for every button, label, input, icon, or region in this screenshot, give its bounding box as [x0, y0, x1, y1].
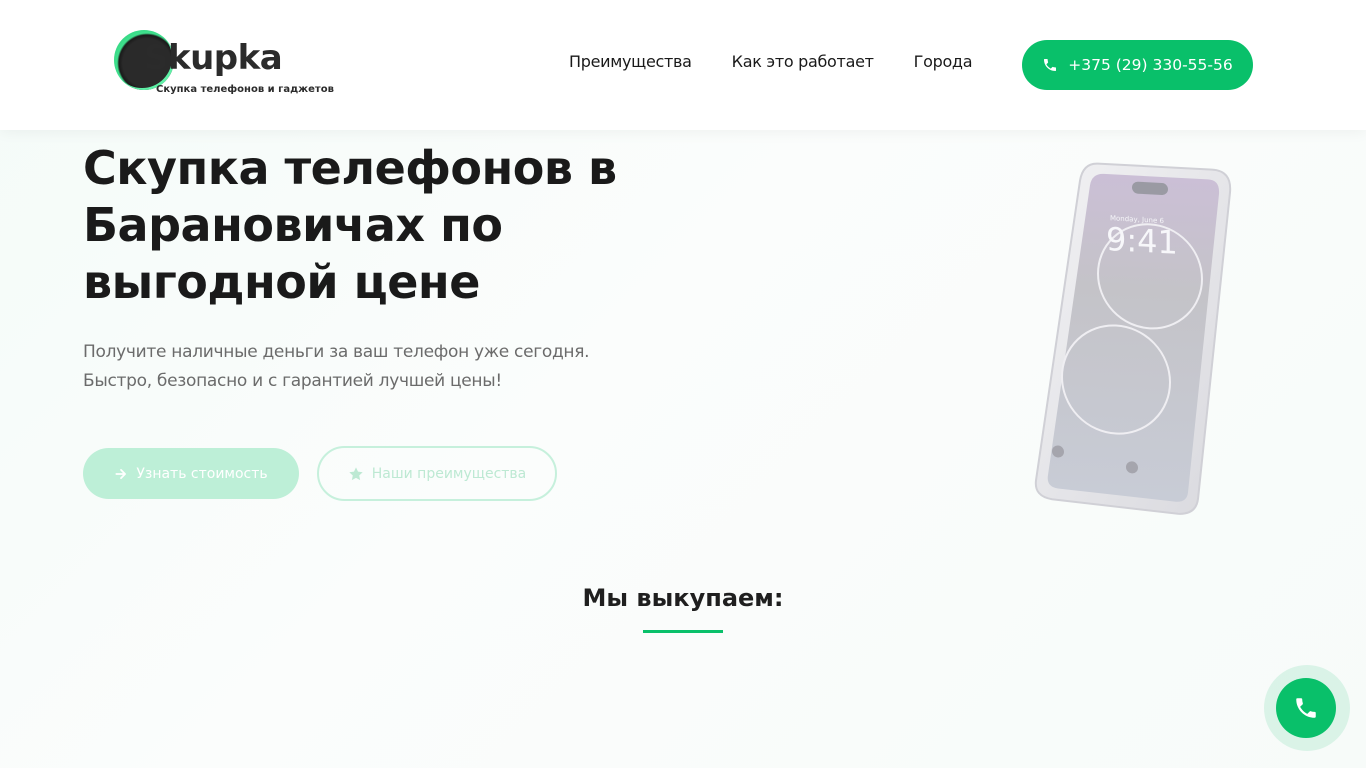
logo[interactable]: Skupka Скупка телефонов и гаджетов: [114, 30, 334, 98]
logo-tagline: Скупка телефонов и гаджетов: [156, 84, 334, 95]
hero-subtitle: Получите наличные деньги за ваш телефон …: [83, 338, 643, 396]
main-nav: Преимущества Как это работает Города: [569, 52, 973, 71]
get-price-button[interactable]: Узнать стоимость: [83, 448, 299, 499]
star-icon: [349, 466, 363, 480]
nav-item-how-it-works[interactable]: Как это работает: [732, 52, 874, 71]
phone-screen-time: 9:41: [1106, 220, 1178, 262]
hero-title: Скупка телефонов в Барановичах по выгодн…: [83, 141, 617, 309]
nav-item-cities[interactable]: Города: [914, 52, 973, 71]
advantages-label: Наши преимущества: [371, 465, 527, 482]
phone-icon: [1044, 59, 1057, 71]
hero-subtitle-line-1: Получите наличные деньги за ваш телефон …: [83, 342, 590, 362]
phone-icon: [1296, 698, 1316, 718]
advantages-button[interactable]: Наши преимущества: [317, 446, 557, 501]
arrow-right-icon: [115, 468, 127, 479]
nav-item-advantages[interactable]: Преимущества: [569, 52, 692, 71]
floating-call-button[interactable]: [1276, 678, 1336, 738]
section-underline: [643, 630, 723, 633]
logo-brand: Skupka: [144, 38, 283, 78]
phone-illustration: Monday, June 6 9:41: [1034, 162, 1232, 515]
header-phone-button[interactable]: +375 (29) 330-55-56: [1022, 40, 1253, 90]
hero-subtitle-line-2: Быстро, безопасно и с гарантией лучшей ц…: [83, 371, 502, 391]
header-phone-label: +375 (29) 330-55-56: [1068, 56, 1233, 74]
site-header: Skupka Скупка телефонов и гаджетов Преим…: [0, 0, 1366, 130]
section-title-we-buy: Мы выкупаем:: [582, 584, 784, 612]
get-price-label: Узнать стоимость: [136, 465, 268, 482]
